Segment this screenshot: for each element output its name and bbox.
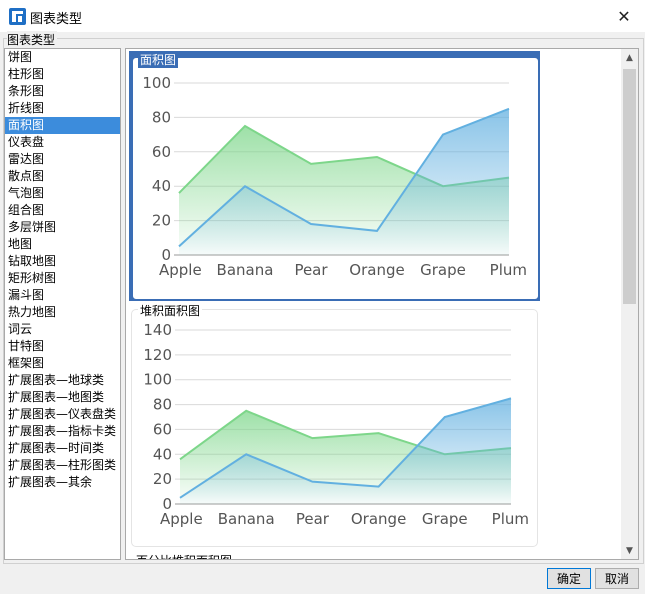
scroll-down-arrow-icon[interactable]: ▼	[621, 542, 638, 559]
chart-type-item[interactable]: 扩展图表—地图类	[5, 389, 120, 406]
y-tick-label: 40	[152, 177, 171, 195]
x-tick-label: Grape	[420, 261, 466, 279]
chart-type-item[interactable]: 扩展图表—指标卡类	[5, 423, 120, 440]
group-label: 图表类型	[7, 31, 58, 48]
chart-type-item[interactable]: 扩展图表—仪表盘类	[5, 406, 120, 423]
card-body: 0 20 40 60 80 100 Apple Banana Pear Orange Grape Pl…	[133, 58, 538, 299]
y-tick-label: 60	[153, 420, 172, 438]
chart-type-item[interactable]: 折线图	[5, 100, 120, 117]
stacked-area-chart: 020406080100120140Apple Banana Pear Orange G…	[143, 321, 529, 528]
close-icon: ✕	[617, 6, 631, 26]
chart-type-item[interactable]: 仪表盘	[5, 134, 120, 151]
card-title: 堆积面积图	[138, 302, 203, 319]
chart-type-item[interactable]: 扩展图表—地球类	[5, 372, 120, 389]
chart-type-item[interactable]: 雷达图	[5, 151, 120, 168]
chart-type-item[interactable]: 散点图	[5, 168, 120, 185]
y-tick-label: 140	[143, 321, 172, 339]
x-tick-label: Plum	[490, 261, 527, 279]
chart-type-item[interactable]: 面积图	[5, 117, 120, 134]
y-tick-label: 20	[152, 212, 171, 230]
x-tick-label: Pear	[296, 510, 330, 528]
chart-type-item[interactable]: 矩形树图	[5, 270, 120, 287]
chart-type-item[interactable]: 甘特图	[5, 338, 120, 355]
chart-type-item[interactable]: 多层饼图	[5, 219, 120, 236]
chart-type-item[interactable]: 饼图	[5, 49, 120, 66]
ok-button[interactable]: 确定	[547, 568, 591, 589]
y-tick-label: 80	[152, 108, 171, 126]
x-tick-label: Apple	[160, 510, 203, 528]
x-tick-label: Banana	[217, 261, 274, 279]
y-tick-label: 20	[153, 470, 172, 488]
x-tick-label: Banana	[218, 510, 275, 528]
preview-card-stacked-area[interactable]: 堆积面积图 0 20 40 60 80 100 120 140 Apple Banana Pear O…	[131, 302, 538, 547]
x-tick-label: Orange	[351, 510, 406, 528]
chart-type-item[interactable]: 热力地图	[5, 304, 120, 321]
chart-type-item[interactable]: 框架图	[5, 355, 120, 372]
chart-type-item[interactable]: 词云	[5, 321, 120, 338]
card-title: 百分比堆积面积图	[136, 552, 232, 559]
chart-type-item[interactable]: 组合图	[5, 202, 120, 219]
chart-type-item[interactable]: 条形图	[5, 83, 120, 100]
chart-type-item[interactable]: 钻取地图	[5, 253, 120, 270]
y-tick-label: 60	[152, 143, 171, 161]
x-tick-label: Plum	[492, 510, 529, 528]
cancel-button[interactable]: 取消	[595, 568, 639, 589]
app-logo-icon	[9, 8, 26, 25]
chart-type-item[interactable]: 地图	[5, 236, 120, 253]
y-tick-label: 100	[143, 371, 172, 389]
x-tick-label: Pear	[294, 261, 328, 279]
y-tick-label: 80	[153, 396, 172, 414]
chart-type-item[interactable]: 扩展图表—时间类	[5, 440, 120, 457]
preview-card-area[interactable]: 面积图 0 20 40 60 80 100 Apple Banana Pear Orange Gra…	[129, 51, 540, 301]
card-title: 面积图	[138, 51, 179, 68]
y-tick-label: 40	[153, 445, 172, 463]
area-chart: 020406080100Apple Banana Pear Orange Grape Pl…	[142, 74, 527, 279]
chart-preview-panel[interactable]: 面积图 0 20 40 60 80 100 Apple Banana Pear Orange Gra…	[125, 48, 639, 560]
scroll-thumb[interactable]	[623, 69, 636, 304]
title-bar: 图表类型 ✕	[0, 0, 645, 32]
y-tick-label: 100	[142, 74, 171, 92]
chart-type-item[interactable]: 扩展图表—其余	[5, 474, 120, 491]
chart-type-item[interactable]: 漏斗图	[5, 287, 120, 304]
chart-type-item[interactable]: 扩展图表—柱形图类	[5, 457, 120, 474]
scroll-up-arrow-icon[interactable]: ▲	[621, 49, 638, 66]
x-tick-label: Orange	[349, 261, 404, 279]
x-tick-label: Apple	[159, 261, 202, 279]
chart-type-item[interactable]: 气泡图	[5, 185, 120, 202]
window-title: 图表类型	[30, 12, 83, 27]
preview-scrollbar[interactable]: ▲ ▼	[621, 49, 638, 559]
chart-type-item[interactable]: 柱形图	[5, 66, 120, 83]
x-tick-label: Grape	[422, 510, 468, 528]
close-button[interactable]: ✕	[611, 4, 637, 28]
y-tick-label: 120	[143, 346, 172, 364]
chart-type-list[interactable]: 饼图 柱形图 条形图 折线图 面积图 仪表盘 雷达图 散点图 气泡图 组合图 多层饼图 地图 钻取地图矩…	[4, 48, 121, 560]
